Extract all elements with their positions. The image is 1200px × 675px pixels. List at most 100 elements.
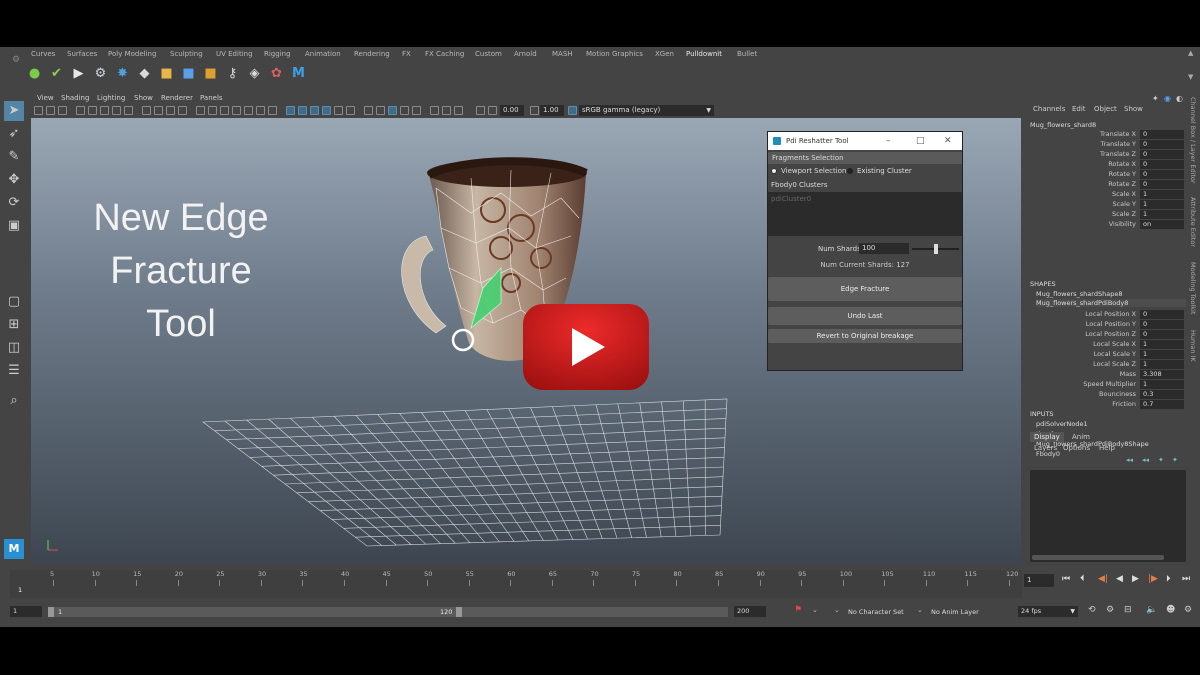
channel-value[interactable]: 0: [1140, 150, 1184, 159]
pdi-shatter-icon[interactable]: ⚙: [92, 65, 109, 82]
panel-menu-show[interactable]: Show: [134, 94, 153, 102]
ortho-icon[interactable]: [442, 106, 451, 115]
toolkit-icon[interactable]: ◐: [1176, 94, 1183, 103]
cluster-list-item[interactable]: pdiCluster0: [771, 195, 959, 203]
paint-select-icon[interactable]: ✎: [4, 147, 24, 167]
channel-row[interactable]: Mass 3.308: [1028, 370, 1188, 380]
shelf-tab-custom[interactable]: Custom: [475, 50, 502, 58]
channel-value[interactable]: 1: [1140, 210, 1184, 219]
motion-blur-icon[interactable]: [334, 106, 343, 115]
object-name[interactable]: Mug_flowers_shard8: [1030, 121, 1096, 129]
step-back-key-icon[interactable]: ◀|: [1098, 574, 1108, 584]
shape-node-selected[interactable]: Mug_flowers_shardPdiBody8: [1036, 299, 1186, 307]
cache-icon[interactable]: ⚙: [1106, 605, 1114, 615]
resolution-gate-icon[interactable]: [88, 106, 97, 115]
near-clip-field[interactable]: 0.00: [500, 105, 524, 116]
select-tool-icon[interactable]: ➤: [4, 101, 24, 121]
num-shards-field[interactable]: 100: [859, 243, 909, 254]
radio-existing-cluster[interactable]: Existing Cluster: [847, 167, 912, 175]
pdi-cube-yellow-icon[interactable]: ■: [158, 65, 175, 82]
pdi-solver-icon[interactable]: ●: [26, 65, 43, 82]
layer-tab-anim[interactable]: Anim: [1068, 432, 1094, 442]
isolate-select-icon[interactable]: [364, 106, 373, 115]
film-gate-icon[interactable]: [76, 106, 85, 115]
input-node[interactable]: pdiSolverNode1: [1036, 420, 1088, 428]
channel-row[interactable]: Local Scale X 1: [1028, 340, 1188, 350]
default-material-icon[interactable]: [232, 106, 241, 115]
mash-icon[interactable]: M: [290, 65, 307, 82]
shelf-tab-uv-editing[interactable]: UV Editing: [216, 50, 253, 58]
menu-channels[interactable]: Channels: [1033, 105, 1065, 113]
shelf-tab-rigging[interactable]: Rigging: [264, 50, 291, 58]
radio-viewport-selection[interactable]: Viewport Selection: [771, 167, 846, 175]
channel-row[interactable]: Rotate Y 0: [1028, 170, 1188, 180]
layer-list-scrollbar[interactable]: [1032, 555, 1164, 560]
channel-value[interactable]: 0: [1140, 170, 1184, 179]
menu-object[interactable]: Object: [1094, 105, 1117, 113]
range-bar[interactable]: 1 120: [48, 607, 728, 617]
current-frame-field[interactable]: 1: [1024, 574, 1054, 587]
channel-row[interactable]: Scale Z 1: [1028, 210, 1188, 220]
slider-handle[interactable]: [933, 244, 938, 254]
character-set-dropdown[interactable]: No Character Set: [848, 608, 904, 616]
channel-row[interactable]: Friction 0.7: [1028, 400, 1188, 410]
channel-row[interactable]: Speed Multiplier 1: [1028, 380, 1188, 390]
channel-row[interactable]: Translate Y 0: [1028, 140, 1188, 150]
panel-menu-view[interactable]: View: [37, 94, 54, 102]
maximize-icon[interactable]: □: [916, 132, 925, 150]
move-tool-icon[interactable]: ✥: [4, 170, 24, 190]
layer-menu-options[interactable]: Options: [1063, 444, 1090, 452]
human-ik-icon[interactable]: ✦: [1152, 94, 1159, 103]
scroll-down-icon[interactable]: ▼: [1188, 73, 1193, 81]
anim-layer-dropdown[interactable]: No Anim Layer: [931, 608, 979, 616]
field-chart-icon[interactable]: [112, 106, 121, 115]
channel-value[interactable]: 0: [1140, 130, 1184, 139]
layer-list[interactable]: [1030, 470, 1186, 562]
channel-value[interactable]: on: [1140, 220, 1184, 229]
revert-breakage-button[interactable]: Revert to Original breakage: [768, 329, 962, 343]
xray-joints-icon[interactable]: [400, 106, 409, 115]
scroll-up-icon[interactable]: ▲: [1188, 49, 1193, 57]
pdi-play-icon[interactable]: ▶: [70, 65, 87, 82]
layer-tab-display[interactable]: Display: [1030, 432, 1064, 442]
depth-of-field-icon[interactable]: [322, 106, 331, 115]
color-management-icon[interactable]: [488, 106, 497, 115]
character-icon[interactable]: ☻: [1166, 605, 1175, 615]
shelf-tab-sculpting[interactable]: Sculpting: [170, 50, 203, 58]
character-set-icon[interactable]: ⌄: [834, 606, 840, 614]
channel-row[interactable]: Local Position X 0: [1028, 310, 1188, 320]
shelf-settings-icon[interactable]: ⚙: [12, 55, 20, 65]
go-to-start-icon[interactable]: ⏮: [1062, 574, 1070, 584]
wireframe-icon[interactable]: [208, 106, 217, 115]
channel-row[interactable]: Local Position Y 0: [1028, 320, 1188, 330]
channel-value[interactable]: 1: [1140, 350, 1184, 359]
shelf-tab-fx[interactable]: FX: [402, 50, 411, 58]
step-back-icon[interactable]: ⏴: [1080, 574, 1085, 584]
four-view-icon[interactable]: ⊞: [4, 315, 24, 335]
anti-aliasing-icon[interactable]: [310, 106, 319, 115]
channel-value[interactable]: 1: [1140, 360, 1184, 369]
fps-dropdown[interactable]: 24 fps ▼: [1018, 606, 1078, 617]
panel-menu-lighting[interactable]: Lighting: [97, 94, 125, 102]
gamma-icon[interactable]: [476, 106, 485, 115]
pan-zoom-icon[interactable]: [154, 106, 163, 115]
shelf-tab-motion-graphics[interactable]: Motion Graphics: [586, 50, 643, 58]
dialog-titlebar[interactable]: Pdi Reshatter Tool – □ ✕: [768, 132, 962, 150]
step-forward-icon[interactable]: ⏵: [1166, 574, 1171, 584]
channel-value[interactable]: 1: [1140, 340, 1184, 349]
gate-mask-icon[interactable]: [100, 106, 109, 115]
time-slider[interactable]: 5 10 15 20 25 30 35 40 45 50 55 60 65 70 75 80 85 90 95 100…: [10, 570, 1022, 598]
wireframe-on-shaded-icon[interactable]: [244, 106, 253, 115]
minimize-icon[interactable]: –: [886, 132, 891, 150]
safe-title-icon[interactable]: [178, 106, 187, 115]
pdi-reshatter-icon[interactable]: ✿: [268, 65, 285, 82]
key-preferences-icon[interactable]: ⌄: [812, 606, 818, 614]
channel-row[interactable]: Scale Y 1: [1028, 200, 1188, 210]
pdi-key-icon[interactable]: ⚷: [224, 65, 241, 82]
shelf-tab-fx-caching[interactable]: FX Caching: [425, 50, 464, 58]
two-view-icon[interactable]: ◫: [4, 338, 24, 358]
start-time-field[interactable]: 1: [10, 606, 42, 617]
loop-icon[interactable]: ⟲: [1088, 605, 1096, 615]
channel-value[interactable]: 0: [1140, 320, 1184, 329]
layer-menu-layers[interactable]: Layers: [1034, 444, 1057, 452]
